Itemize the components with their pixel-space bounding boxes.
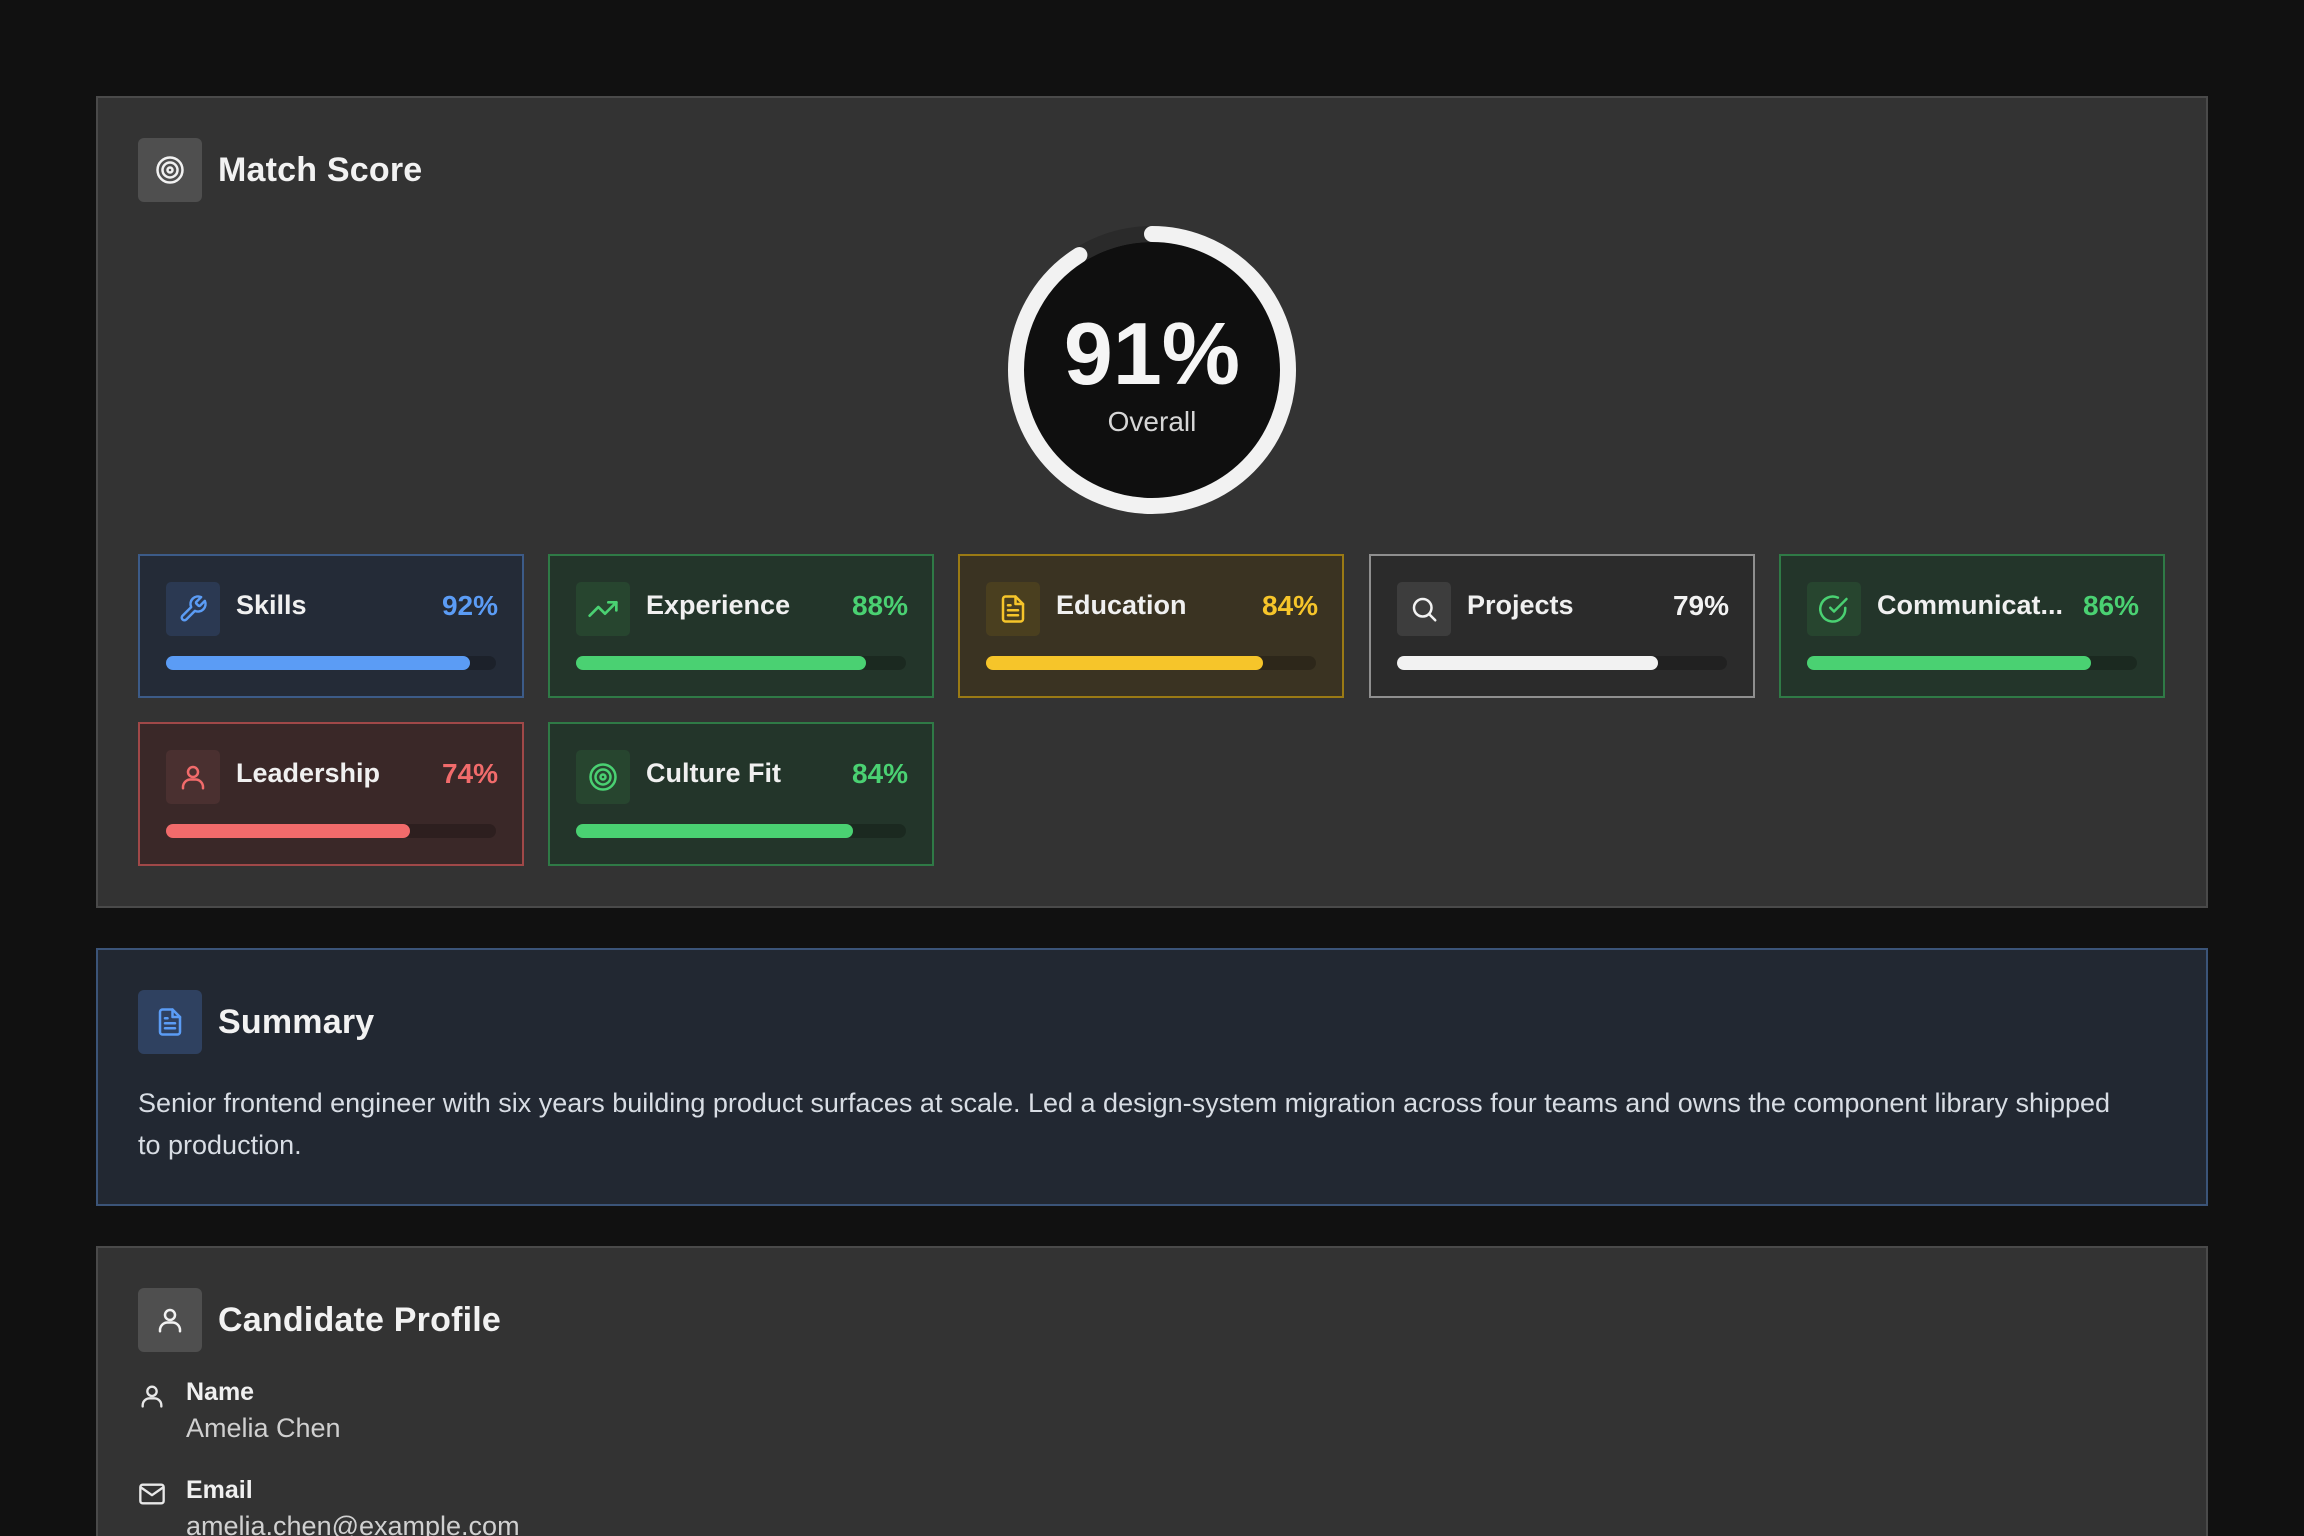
metric-value: 88% [851,590,908,621]
summary-card: Summary Senior frontend engineer with si… [96,948,2208,1206]
metric-label: Leadership [236,758,381,788]
summary-header: Summary [138,990,374,1054]
field-value: Amelia Chen [186,1413,341,1443]
metric-progress-track [576,656,906,670]
wrench-icon [166,582,220,636]
metric-label: Experience [646,590,791,620]
target-icon [576,750,630,804]
candidate-profile-card: Candidate Profile Name Amelia Chen Email… [96,1246,2208,1536]
metric-value: 92% [441,590,498,621]
target-icon [138,138,202,202]
user-icon [138,1288,202,1352]
metric-label: Skills [236,590,307,620]
field-label: Email [186,1476,253,1504]
document-icon [986,582,1040,636]
field-value[interactable]: amelia.chen@example.com [186,1511,520,1536]
metric-progress-fill [576,824,854,838]
match-score-header: Match Score [138,138,422,202]
metric-progress-track [166,824,496,838]
metric-communication[interactable]: Communicat... 86% [1779,554,2165,698]
search-icon [1397,582,1451,636]
candidate-report-page: Match Score 91% Overall Skills 92% Exper… [0,0,2304,1536]
metric-progress-track [166,656,496,670]
metric-label: Projects [1467,590,1574,620]
profile-title: Candidate Profile [218,1300,502,1339]
metric-education[interactable]: Education 84% [958,554,1344,698]
metric-value: 84% [1261,590,1318,621]
mail-icon [139,1483,165,1505]
metric-value: 84% [851,758,908,789]
overall-score-label: Overall [1107,406,1197,437]
profile-field-email: Email amelia.chen@example.com [138,1476,520,1536]
metric-label: Culture Fit [646,758,781,788]
metric-progress-fill [166,824,411,838]
metric-value: 74% [441,758,498,789]
profile-field-name: Name Amelia Chen [138,1378,341,1444]
metric-projects[interactable]: Projects 79% [1369,554,1755,698]
check-circle-icon [1807,582,1861,636]
summary-text: Senior frontend engineer with six years … [138,1088,2111,1160]
metric-progress-track [576,824,906,838]
metric-progress-fill [166,656,470,670]
metric-progress-track [1807,656,2137,670]
overall-score-ring: 91% Overall [1006,224,1298,516]
user-icon [141,1385,163,1408]
document-icon [138,990,202,1054]
metric-skills[interactable]: Skills 92% [138,554,524,698]
metric-experience[interactable]: Experience 88% [548,554,934,698]
match-score-title: Match Score [218,150,423,189]
metric-value: 86% [2082,590,2139,621]
metric-progress-track [1397,656,1727,670]
metric-progress-fill [1397,656,1658,670]
metric-value: 79% [1672,590,1729,621]
profile-header: Candidate Profile [138,1288,501,1352]
metric-progress-track [986,656,1316,670]
user-icon [166,750,220,804]
metric-progress-fill [986,656,1264,670]
trending-up-icon [576,582,630,636]
metric-label: Education [1056,590,1187,620]
metric-label: Communicat... [1877,590,2064,620]
metric-progress-fill [576,656,867,670]
metric-leadership[interactable]: Leadership 74% [138,722,524,866]
match-score-card: Match Score 91% Overall Skills 92% Exper… [96,96,2208,908]
overall-score-value: 91% [1063,304,1241,403]
field-label: Name [186,1378,255,1406]
summary-title: Summary [218,1002,375,1041]
metric-culture-fit[interactable]: Culture Fit 84% [548,722,934,866]
metric-progress-fill [1807,656,2091,670]
